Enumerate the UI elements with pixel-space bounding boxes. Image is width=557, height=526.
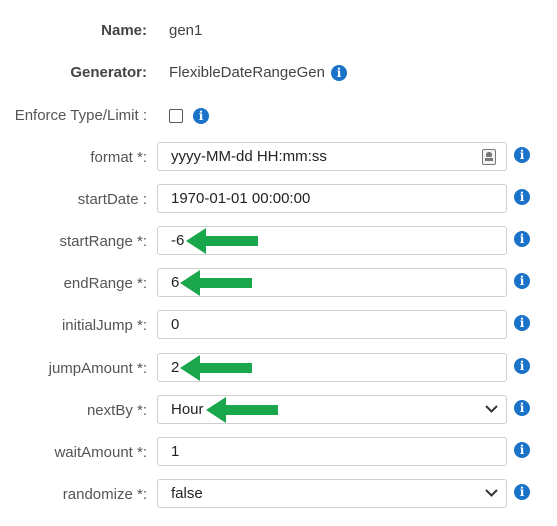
green-arrow-annotation [180, 270, 252, 296]
name-value: gen1 [169, 22, 203, 39]
initialjump-value: 0 [171, 316, 180, 333]
info-icon[interactable]: i [331, 65, 347, 81]
startrange-label: startRange *: [59, 233, 147, 250]
format-input[interactable]: yyyy-MM-dd HH:mm:ss [157, 142, 507, 171]
initialjump-label: initialJump *: [61, 317, 147, 334]
randomize-value: false [171, 485, 203, 502]
info-icon[interactable]: i [193, 108, 209, 124]
jumpamount-row: jumpAmount *: 2 i [0, 353, 557, 382]
randomize-label: randomize *: [62, 486, 147, 503]
chevron-down-icon [485, 489, 498, 497]
info-icon[interactable]: i [514, 442, 530, 458]
initialjump-row: initialJump *: 0 i [0, 310, 557, 339]
randomize-select[interactable]: false [157, 479, 507, 508]
generator-value: FlexibleDateRangeGen [169, 64, 325, 81]
startrange-row: startRange *: -6 i [0, 226, 557, 255]
nextby-value: Hour [171, 401, 204, 418]
contact-card-icon[interactable] [482, 149, 496, 165]
enforce-checkbox[interactable] [169, 109, 183, 123]
startdate-input[interactable]: 1970-01-01 00:00:00 [157, 184, 507, 213]
name-label: Name: [101, 22, 147, 39]
initialjump-input[interactable]: 0 [157, 310, 507, 339]
info-icon[interactable]: i [514, 315, 530, 331]
waitamount-label: waitAmount *: [54, 444, 147, 461]
info-icon[interactable]: i [514, 147, 530, 163]
startdate-label: startDate : [77, 191, 147, 208]
info-icon[interactable]: i [514, 400, 530, 416]
info-icon[interactable]: i [514, 231, 530, 247]
nextby-label: nextBy *: [86, 402, 147, 419]
format-value: yyyy-MM-dd HH:mm:ss [171, 148, 327, 165]
endrange-value: 6 [171, 274, 180, 291]
green-arrow-annotation [186, 228, 258, 254]
green-arrow-annotation [180, 355, 252, 381]
generator-label: Generator: [70, 64, 147, 81]
endrange-label: endRange *: [63, 275, 147, 292]
waitamount-value: 1 [171, 443, 180, 460]
info-icon[interactable]: i [514, 189, 530, 205]
endrange-row: endRange *: 6 i [0, 268, 557, 297]
info-icon[interactable]: i [514, 273, 530, 289]
info-icon[interactable]: i [514, 358, 530, 374]
waitamount-row: waitAmount *: 1 i [0, 437, 557, 466]
randomize-row: randomize *: false i [0, 479, 557, 508]
jumpamount-value: 2 [171, 359, 180, 376]
enforce-label: Enforce Type/Limit : [14, 107, 147, 124]
green-arrow-annotation [206, 397, 278, 423]
startdate-row: startDate : 1970-01-01 00:00:00 i [0, 184, 557, 213]
startdate-value: 1970-01-01 00:00:00 [171, 190, 311, 207]
format-label: format *: [90, 149, 147, 166]
startrange-value: -6 [171, 232, 185, 249]
chevron-down-icon [485, 405, 498, 413]
waitamount-input[interactable]: 1 [157, 437, 507, 466]
format-row: format *: yyyy-MM-dd HH:mm:ss i [0, 142, 557, 171]
info-icon[interactable]: i [514, 484, 530, 500]
jumpamount-label: jumpAmount *: [48, 360, 147, 377]
